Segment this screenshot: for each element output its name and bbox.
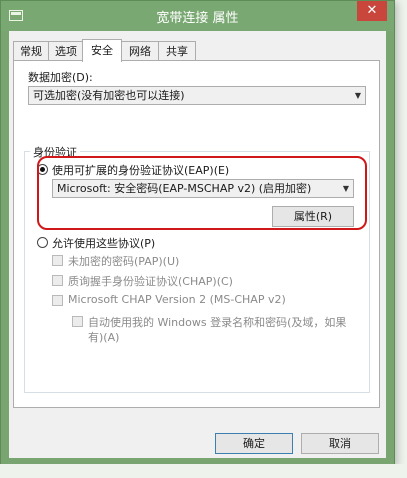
title-bar[interactable]: 宽带连接 属性 ✕ (1, 1, 394, 31)
chevron-down-icon: ▼ (354, 91, 361, 100)
security-panel: 数据加密(D): 可选加密(没有加密也可以连接) ▼ 身份验证 使用可扩展的身份… (13, 60, 380, 408)
background-strip (0, 464, 407, 478)
tab-security[interactable]: 安全 (82, 39, 122, 62)
close-button[interactable]: ✕ (357, 1, 387, 21)
tab-general[interactable]: 常规 (13, 41, 49, 61)
mschapv2-checkbox[interactable] (52, 295, 63, 306)
auto-logon-label-line1: 自动使用我的 Windows 登录名称和密码(及域，如果 (88, 316, 347, 329)
tab-options[interactable]: 选项 (48, 41, 84, 61)
tab-networking[interactable]: 网络 (121, 41, 159, 61)
auto-logon-checkbox[interactable] (72, 316, 83, 327)
pap-label: 未加密的密码(PAP)(U) (68, 255, 180, 268)
chap-checkbox[interactable] (52, 275, 63, 286)
ok-button[interactable]: 确定 (215, 433, 293, 454)
pap-checkbox[interactable] (52, 255, 63, 266)
data-encryption-dropdown[interactable]: 可选加密(没有加密也可以连接) ▼ (28, 86, 366, 105)
tab-sharing[interactable]: 共享 (158, 41, 196, 61)
dialog-client-area: 常规 选项 安全 网络 共享 数据加密(D): 可选加密(没有加密也可以连接) … (9, 31, 386, 458)
window-title: 宽带连接 属性 (156, 11, 239, 26)
allow-protocols-radio[interactable] (37, 237, 48, 248)
highlight-ring (37, 156, 367, 230)
properties-dialog: 宽带连接 属性 ✕ 常规 选项 安全 网络 共享 数据加密(D): 可选加密(没… (0, 0, 395, 466)
data-encryption-label: 数据加密(D): (28, 71, 93, 84)
allow-protocols-label[interactable]: 允许使用这些协议(P) (52, 235, 155, 251)
cancel-button[interactable]: 取消 (301, 433, 379, 454)
data-encryption-value: 可选加密(没有加密也可以连接) (33, 89, 185, 102)
chap-label: 质询握手身份验证协议(CHAP)(C) (68, 275, 233, 288)
auto-logon-label-line2: 有)(A) (88, 331, 120, 344)
mschapv2-label: Microsoft CHAP Version 2 (MS-CHAP v2) (68, 293, 286, 306)
